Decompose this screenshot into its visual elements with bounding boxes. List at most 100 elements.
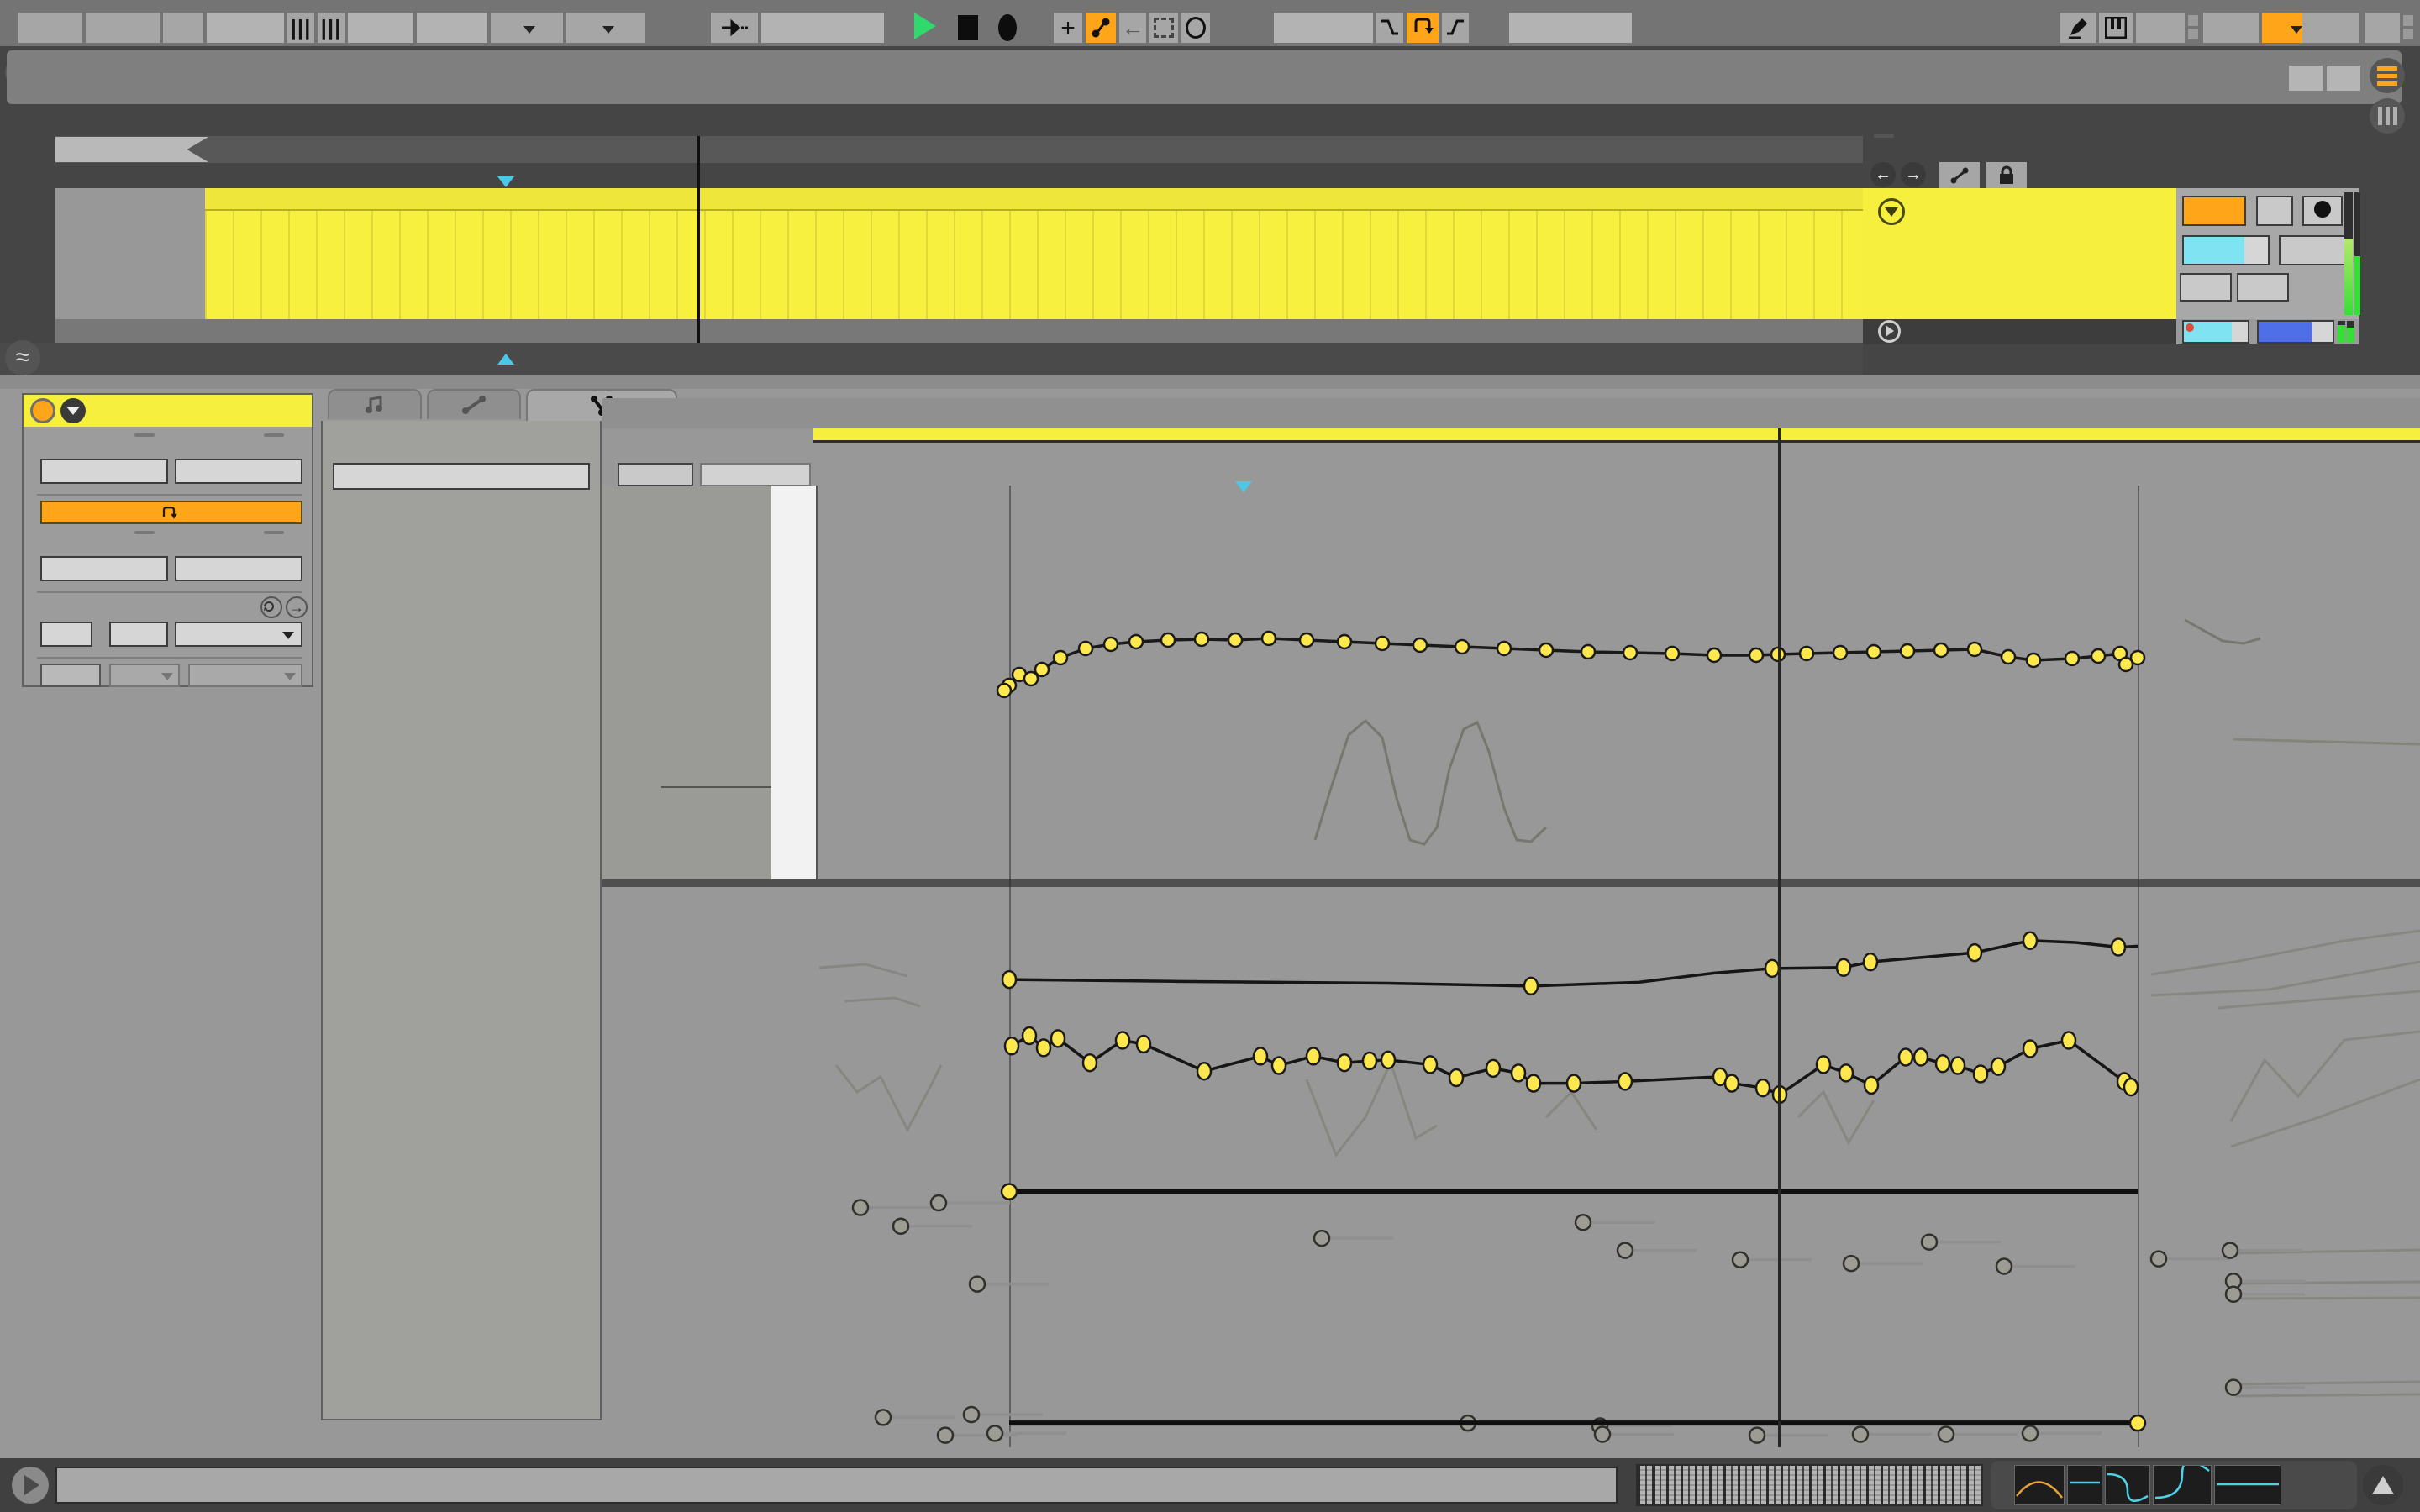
quantization-menu[interactable]: [417, 13, 487, 43]
hamburger-menu-button[interactable]: [2370, 58, 2405, 93]
cpu-meter[interactable]: [2262, 13, 2360, 43]
shaper-thumb[interactable]: [2153, 1465, 2212, 1505]
filter-thumb[interactable]: [2105, 1465, 2150, 1505]
loop-toggle-button[interactable]: [40, 501, 302, 524]
draw-mode-button[interactable]: [2060, 13, 2096, 43]
clip-title-bar[interactable]: [205, 188, 1863, 211]
follow-playhead-button[interactable]: [711, 13, 758, 43]
clip-fold-button[interactable]: [60, 398, 86, 423]
track-lines-button[interactable]: [2370, 98, 2405, 134]
wavetable-thumb[interactable]: [2014, 1465, 2065, 1505]
scale-toggle-button[interactable]: [40, 664, 101, 687]
arm-button[interactable]: [2302, 196, 2343, 226]
record-button[interactable]: [998, 13, 1017, 45]
lane-splitter[interactable]: [602, 879, 2420, 887]
key-map-button[interactable]: [2136, 13, 2185, 43]
insert-marker-top[interactable]: [497, 176, 514, 187]
editor-beat-ruler[interactable]: [602, 398, 2420, 428]
solo-button[interactable]: [2256, 196, 2293, 226]
selected-note-field[interactable]: [333, 463, 590, 490]
scale-name-select[interactable]: [188, 664, 302, 687]
selection-box-button[interactable]: [1150, 13, 1178, 43]
automation-mode-button[interactable]: [1939, 162, 1980, 189]
optimize-width-button[interactable]: [2327, 66, 2360, 91]
track-header-lead-main[interactable]: [1863, 188, 2176, 319]
insert-marker-time-ruler[interactable]: [497, 354, 514, 365]
computer-midi-keyboard-button[interactable]: [2099, 13, 2133, 43]
notification-button[interactable]: [2363, 1465, 2403, 1505]
tap-tempo-button[interactable]: [163, 13, 203, 43]
length-set-button[interactable]: [264, 531, 284, 534]
stop-button[interactable]: [958, 13, 978, 45]
start-set-button[interactable]: [134, 433, 155, 437]
play-button[interactable]: [914, 13, 936, 44]
overdub-plus-button[interactable]: +: [1054, 13, 1082, 43]
tab-envelopes[interactable]: [427, 389, 521, 419]
master-fold-button[interactable]: [1878, 320, 1901, 343]
end-set-button[interactable]: [264, 433, 284, 437]
editor-loop-bar[interactable]: [813, 428, 2420, 443]
preview-volume-field[interactable]: [2182, 320, 2249, 344]
loop-length-field-clip[interactable]: [175, 556, 302, 581]
punch-in-button[interactable]: [1376, 13, 1403, 43]
extract-groove-icon[interactable]: →: [286, 596, 308, 618]
clip-end-field[interactable]: [175, 459, 302, 484]
back-to-arrangement-button[interactable]: ←: [1119, 13, 1146, 43]
optimize-height-button[interactable]: [2289, 66, 2323, 91]
loop-length-field[interactable]: [1509, 13, 1632, 43]
capture-midi-button[interactable]: [1086, 13, 1116, 43]
track-volume-field[interactable]: [2182, 235, 2270, 265]
master-track-header[interactable]: [1863, 319, 2176, 344]
track-fold-button[interactable]: [1878, 198, 1905, 225]
tab-notes[interactable]: [328, 389, 422, 419]
loop-position-field[interactable]: [40, 556, 168, 581]
loop-brace[interactable]: [55, 137, 208, 162]
signature-denominator-field[interactable]: [109, 622, 168, 647]
send-a-field[interactable]: [2180, 273, 2232, 302]
position-set-button[interactable]: [134, 531, 155, 534]
clip-start-field[interactable]: [40, 459, 168, 484]
punch-in-position-field[interactable]: [1274, 13, 1373, 43]
track-pan-field[interactable]: [2279, 235, 2353, 265]
scale-root-select[interactable]: [109, 664, 180, 687]
eq-thumb[interactable]: [2214, 1465, 2281, 1505]
loop-switch-button[interactable]: [1407, 13, 1439, 43]
metronome-button[interactable]: [491, 13, 563, 43]
send-b-field[interactable]: [2237, 273, 2289, 302]
prev-locator-button[interactable]: ←: [1870, 162, 1896, 187]
groove-amount-menu[interactable]: [566, 13, 645, 43]
arrangement-position-field[interactable]: [761, 13, 884, 43]
device-chain-preview[interactable]: [1991, 1461, 2357, 1509]
commit-groove-icon[interactable]: [260, 596, 282, 618]
time-ruler[interactable]: [0, 343, 1863, 375]
clip-overview-map[interactable]: [1636, 1464, 1983, 1506]
bar-ruler[interactable]: [55, 103, 1863, 136]
scale-highlight-button[interactable]: [700, 463, 811, 486]
midi-map-button[interactable]: [2203, 13, 2259, 43]
clip-color-icon[interactable]: [30, 398, 55, 423]
fold-button[interactable]: [618, 463, 693, 486]
draw-circle-button[interactable]: [1181, 13, 1210, 43]
nudge-down-icon[interactable]: |||: [287, 13, 314, 43]
utility-thumb[interactable]: [2067, 1465, 2102, 1505]
note-grid[interactable]: [818, 486, 2420, 879]
signature-numerator-field[interactable]: [40, 622, 92, 647]
next-locator-button[interactable]: →: [1901, 162, 1926, 187]
tempo-field[interactable]: [207, 13, 284, 43]
time-signature-field[interactable]: [348, 13, 413, 43]
lock-envelopes-button[interactable]: [1986, 162, 2027, 189]
follow-button[interactable]: [86, 13, 160, 43]
set-locator-button[interactable]: [1874, 134, 1894, 138]
groove-select[interactable]: [175, 622, 302, 647]
punch-out-button[interactable]: [1442, 13, 1469, 43]
midi-clip-lead-main[interactable]: [205, 188, 1863, 319]
piano-keys[interactable]: [771, 486, 818, 879]
nudge-up-icon[interactable]: |||: [318, 13, 345, 43]
smooth-scroll-button[interactable]: ≈: [5, 340, 40, 375]
master-volume-field[interactable]: [2257, 320, 2334, 344]
midi-channel-box[interactable]: [2182, 196, 2246, 226]
scrub-area[interactable]: [55, 136, 1863, 163]
link-button[interactable]: [18, 13, 82, 43]
arrangement-overview[interactable]: [7, 50, 2402, 104]
status-play-button[interactable]: [12, 1467, 49, 1504]
